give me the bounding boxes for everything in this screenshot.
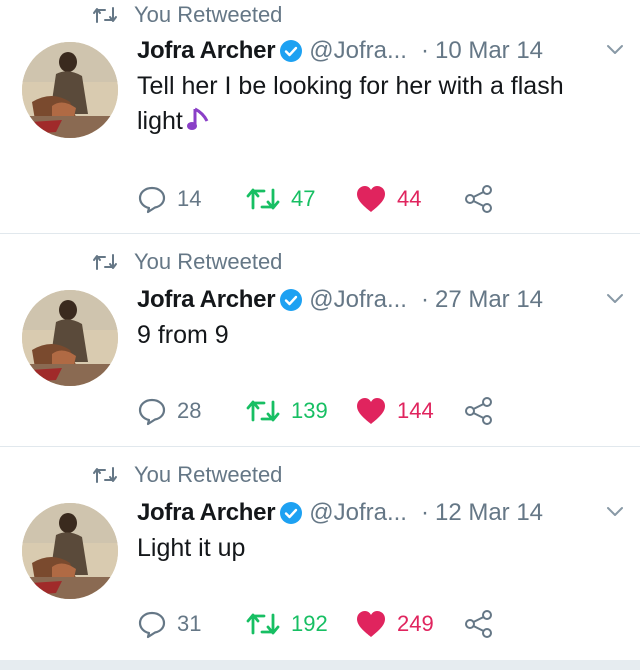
reply-count: 14: [177, 186, 202, 211]
retweet-icon: [246, 613, 280, 635]
display-name[interactable]: Jofra Archer: [137, 499, 276, 527]
reply-count: 28: [177, 398, 202, 423]
reply-button[interactable]: 31: [137, 609, 201, 639]
tweet-date[interactable]: 10 Mar 14: [435, 37, 543, 65]
reply-button[interactable]: 28: [137, 396, 201, 426]
like-button[interactable]: 249: [355, 609, 434, 639]
retweet-icon: [246, 188, 280, 210]
retweet-icon: [93, 254, 117, 270]
retweet-button[interactable]: 139: [245, 396, 328, 426]
tweet-actions: 14 47 44: [137, 184, 640, 214]
chevron-down-icon[interactable]: [606, 292, 624, 306]
retweet-count: 139: [291, 398, 328, 423]
retweet-count: 192: [291, 611, 328, 636]
verified-badge-icon: [280, 40, 303, 62]
avatar[interactable]: [22, 42, 118, 138]
reply-icon: [138, 398, 166, 426]
like-count: 144: [397, 398, 434, 423]
timeline-bottom-divider: [0, 660, 640, 670]
chevron-down-icon[interactable]: [606, 43, 624, 57]
retweet-icon: [93, 7, 117, 23]
tweet-text: 9 from 9: [137, 321, 229, 349]
like-button[interactable]: 44: [355, 184, 421, 214]
separator-dot: ·: [420, 499, 429, 526]
tweet-actions: 28 139 144: [137, 396, 640, 426]
verified-badge-icon: [280, 502, 303, 524]
user-handle[interactable]: @Jofra...: [309, 499, 407, 527]
avatar[interactable]: [22, 503, 118, 599]
tweet-card[interactable]: You Retweeted Jofra Archer @Jofra... · 2…: [0, 234, 640, 447]
like-count: 249: [397, 611, 434, 636]
tweet-card[interactable]: You Retweeted Jofra Archer @Jofra... · 1…: [0, 447, 640, 660]
verified-badge-icon: [280, 289, 303, 311]
tweet-header: Jofra Archer @Jofra... · 10 Mar 14: [137, 34, 624, 68]
tweet-date[interactable]: 12 Mar 14: [435, 499, 543, 527]
share-icon[interactable]: [464, 184, 494, 214]
retweet-label: You Retweeted: [134, 2, 283, 27]
retweet-count: 47: [291, 186, 316, 211]
separator-dot: ·: [420, 37, 429, 64]
display-name[interactable]: Jofra Archer: [137, 37, 276, 65]
user-handle[interactable]: @Jofra...: [309, 286, 407, 314]
retweet-label: You Retweeted: [134, 249, 283, 274]
heart-icon: [357, 186, 385, 212]
heart-icon: [357, 398, 385, 424]
reply-count: 31: [177, 611, 202, 636]
tweet-text: Light it up: [137, 534, 246, 562]
retweet-button[interactable]: 47: [245, 184, 315, 214]
retweet-label: You Retweeted: [134, 462, 283, 487]
reply-icon: [138, 186, 166, 214]
retweet-context: You Retweeted: [92, 247, 282, 277]
tweet-date[interactable]: 27 Mar 14: [435, 286, 543, 314]
music-note-icon: [186, 107, 209, 130]
tweet-actions: 31 192 249: [137, 609, 640, 639]
chevron-down-icon[interactable]: [606, 505, 624, 519]
share-icon[interactable]: [464, 396, 494, 426]
retweet-button[interactable]: 192: [245, 609, 328, 639]
separator-dot: ·: [420, 286, 429, 313]
display-name[interactable]: Jofra Archer: [137, 286, 276, 314]
retweet-icon: [93, 467, 117, 483]
tweet-text-container: 9 from 9: [137, 318, 607, 353]
tweet-card[interactable]: You Retweeted Jofra Archer @Jofra... · 1…: [0, 0, 640, 234]
reply-icon: [138, 611, 166, 639]
tweet-header: Jofra Archer @Jofra... · 27 Mar 14: [137, 283, 624, 317]
like-count: 44: [397, 186, 422, 211]
share-icon[interactable]: [464, 609, 494, 639]
retweet-context: You Retweeted: [92, 460, 282, 490]
reply-button[interactable]: 14: [137, 184, 201, 214]
tweet-header: Jofra Archer @Jofra... · 12 Mar 14: [137, 496, 624, 530]
like-button[interactable]: 144: [355, 396, 434, 426]
tweet-text-container: Tell her I be looking for her with a fla…: [137, 69, 607, 139]
avatar[interactable]: [22, 290, 118, 386]
retweet-context: You Retweeted: [92, 0, 282, 30]
user-handle[interactable]: @Jofra...: [309, 37, 407, 65]
retweet-icon: [246, 400, 280, 422]
heart-icon: [357, 611, 385, 637]
tweet-text-container: Light it up: [137, 531, 607, 566]
